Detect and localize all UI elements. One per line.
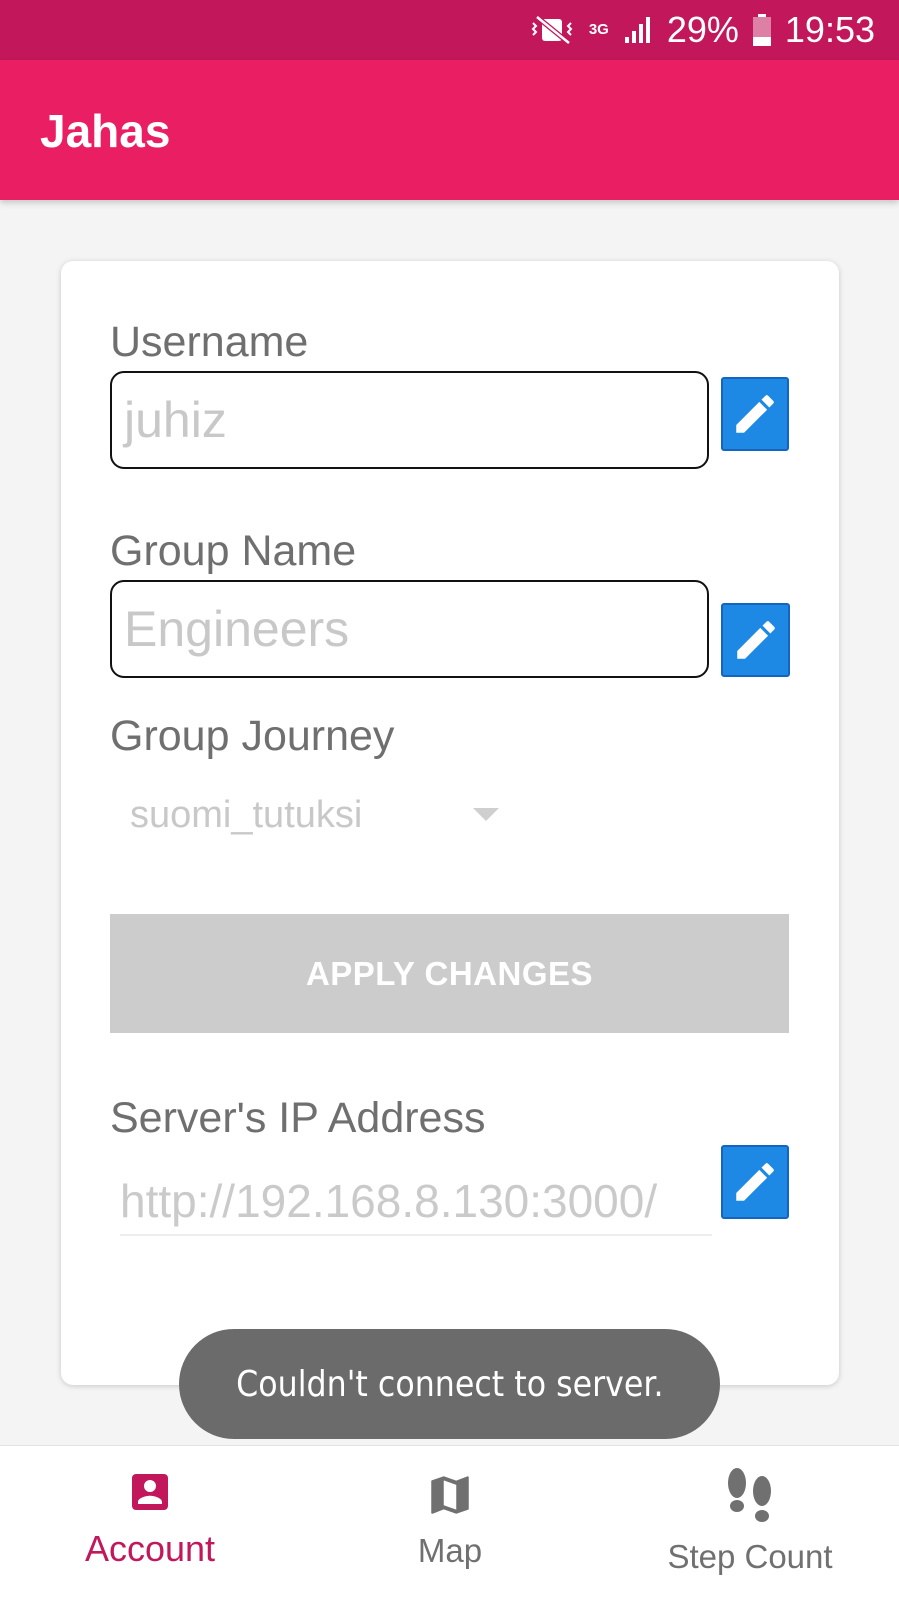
group-name-field[interactable]: Engineers: [110, 580, 709, 678]
error-toast: Couldn't connect to server.: [179, 1329, 720, 1439]
group-journey-label: Group Journey: [110, 712, 395, 760]
status-bar: 3G 29% 19:53: [0, 0, 899, 60]
username-field[interactable]: juhiz: [110, 371, 709, 469]
group-journey-dropdown[interactable]: suomi_tutuksi: [110, 780, 510, 850]
server-ip-field[interactable]: http://192.168.8.130:3000/: [120, 1168, 712, 1236]
map-icon: [431, 1476, 469, 1514]
edit-username-button[interactable]: [721, 377, 789, 451]
nav-item-map[interactable]: Map: [350, 1446, 550, 1599]
battery-icon: [752, 14, 771, 46]
toast-message: Couldn't connect to server.: [235, 1363, 664, 1405]
edit-server-ip-button[interactable]: [721, 1145, 789, 1219]
signal-icon: [623, 15, 653, 45]
group-name-placeholder: Engineers: [124, 601, 350, 657]
pencil-icon: [736, 1163, 774, 1201]
app-title: Jahas: [40, 105, 171, 157]
footsteps-icon: [728, 1468, 771, 1522]
nav-label-map: Map: [417, 1532, 483, 1569]
dropdown-arrow-icon: [473, 808, 499, 821]
pencil-icon: [736, 621, 775, 659]
app-bar: Jahas: [0, 60, 899, 200]
nav-label-step-count: Step Count: [667, 1538, 833, 1575]
bottom-navigation: Account Map Step Count: [0, 1445, 899, 1599]
vibrate-mute-icon: [529, 15, 575, 45]
group-name-label: Group Name: [110, 527, 357, 575]
group-journey-selected: suomi_tutuksi: [130, 793, 363, 836]
network-3g-icon: 3G: [588, 21, 609, 38]
clock: 19:53: [784, 9, 875, 50]
account-icon: [132, 1474, 168, 1510]
apply-changes-button[interactable]: APPLY CHANGES: [110, 914, 789, 1033]
nav-item-step-count[interactable]: Step Count: [640, 1446, 860, 1599]
apply-changes-label: APPLY CHANGES: [305, 954, 594, 992]
pencil-icon: [736, 395, 774, 433]
edit-group-name-button[interactable]: [721, 603, 790, 677]
battery-percent: 29%: [666, 9, 739, 50]
server-ip-label: Server's IP Address: [110, 1094, 486, 1142]
server-ip-placeholder: http://192.168.8.130:3000/: [120, 1175, 658, 1227]
username-label: Username: [110, 318, 309, 366]
nav-label-account: Account: [84, 1528, 216, 1569]
username-placeholder: juhiz: [124, 392, 227, 448]
nav-item-account[interactable]: Account: [50, 1446, 250, 1599]
network-type-label: 3G: [588, 21, 609, 38]
